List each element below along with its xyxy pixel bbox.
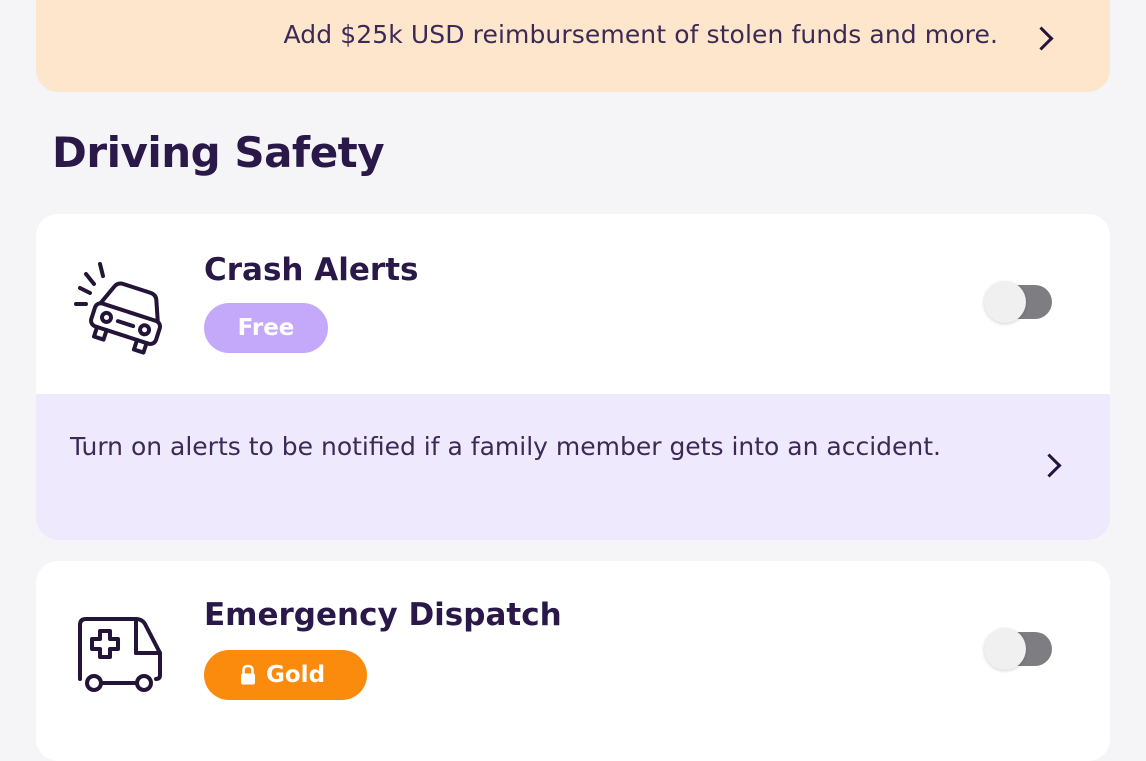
promo-banner[interactable]: Add $25k USD reimbursement of stolen fun… bbox=[36, 0, 1110, 92]
badge-label: Gold bbox=[266, 662, 326, 688]
feature-title: Crash Alerts bbox=[204, 252, 419, 288]
promo-text: Add $25k USD reimbursement of stolen fun… bbox=[283, 20, 998, 49]
crash-alerts-info-row[interactable]: Turn on alerts to be notified if a famil… bbox=[36, 394, 1110, 540]
crash-alerts-row: Crash Alerts Free bbox=[36, 214, 1110, 394]
crash-alerts-toggle[interactable] bbox=[984, 281, 1052, 323]
emergency-dispatch-toggle[interactable] bbox=[984, 628, 1052, 670]
emergency-dispatch-row: Emergency Dispatch Gold bbox=[36, 561, 1110, 741]
car-crash-icon bbox=[74, 262, 163, 355]
toggle-knob bbox=[984, 281, 1026, 323]
lock-icon bbox=[241, 664, 255, 685]
ambulance-icon bbox=[78, 617, 162, 692]
chevron-right-icon bbox=[1037, 453, 1062, 478]
gold-badge: Gold bbox=[204, 650, 367, 700]
section-title: Driving Safety bbox=[52, 128, 385, 177]
chevron-right-icon bbox=[1029, 26, 1054, 51]
feature-title: Emergency Dispatch bbox=[204, 597, 562, 633]
toggle-knob bbox=[984, 628, 1026, 670]
free-badge: Free bbox=[204, 303, 328, 353]
crash-alerts-card: Crash Alerts Free Turn on alerts to be n… bbox=[36, 214, 1110, 540]
info-text: Turn on alerts to be notified if a famil… bbox=[70, 432, 942, 461]
emergency-dispatch-card: Emergency Dispatch Gold bbox=[36, 561, 1110, 761]
